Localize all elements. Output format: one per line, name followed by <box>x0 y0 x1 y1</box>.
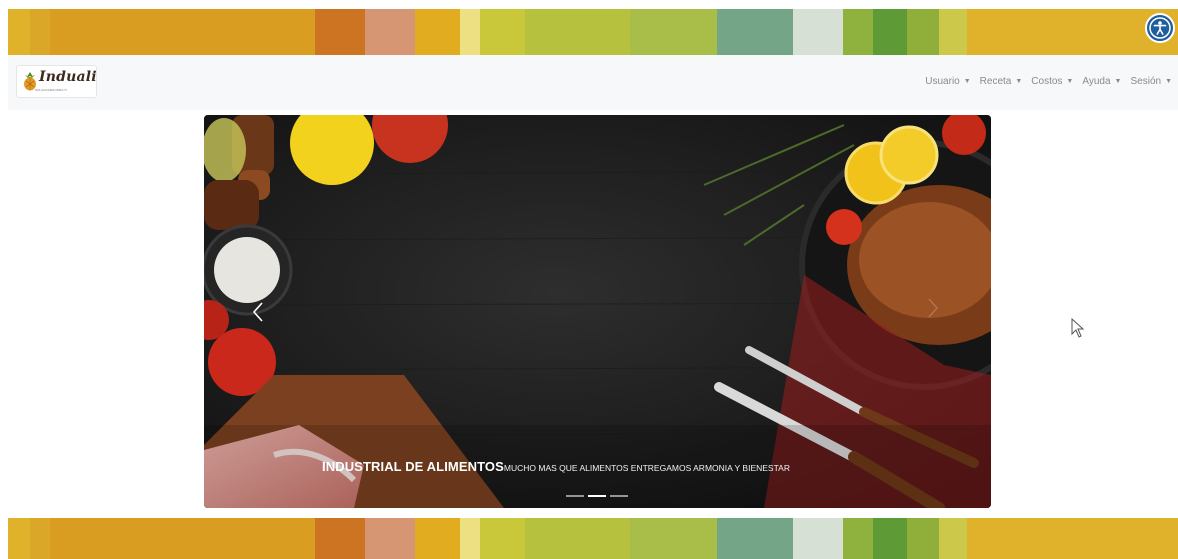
accessibility-icon <box>1149 17 1171 39</box>
brand-name: Induali <box>39 69 97 85</box>
caret-down-icon: ▼ <box>963 78 971 85</box>
hero-carousel: INDUSTRIAL DE ALIMENTOSMUCHO MAS QUE ALI… <box>204 115 991 508</box>
caption-title: INDUSTRIAL DE ALIMENTOS <box>322 459 504 474</box>
carousel-caption: INDUSTRIAL DE ALIMENTOSMUCHO MAS QUE ALI… <box>322 458 790 476</box>
nav-item-sesion[interactable]: Sesión ▼ <box>1130 76 1172 87</box>
carousel-indicator-1[interactable] <box>566 495 584 497</box>
chevron-right-icon <box>928 298 939 318</box>
banner-segment <box>843 518 873 559</box>
accessibility-button[interactable] <box>1145 13 1175 43</box>
bottom-color-banner <box>8 518 1178 559</box>
banner-segment <box>50 9 315 55</box>
banner-segment <box>967 518 1178 559</box>
nav-item-costos[interactable]: Costos ▼ <box>1031 76 1073 87</box>
banner-segment <box>460 518 480 559</box>
banner-segment <box>315 518 365 559</box>
banner-segment <box>415 9 460 55</box>
banner-segment <box>843 9 873 55</box>
banner-segment <box>8 518 30 559</box>
banner-segment <box>793 9 843 55</box>
banner-segment <box>630 518 717 559</box>
caret-down-icon: ▼ <box>1015 78 1023 85</box>
banner-segment <box>365 518 415 559</box>
mouse-pointer-icon <box>1071 318 1085 338</box>
caption-text: MUCHO MAS QUE ALIMENTOS ENTREGAMOS ARMON… <box>503 463 790 473</box>
nav-label: Sesión <box>1130 76 1162 87</box>
banner-segment <box>460 9 480 55</box>
nav-label: Usuario <box>925 76 960 87</box>
banner-segment <box>907 518 939 559</box>
nav-label: Costos <box>1031 76 1063 87</box>
caret-down-icon: ▼ <box>1114 78 1122 85</box>
nav-item-usuario[interactable]: Usuario ▼ <box>925 76 970 87</box>
banner-segment <box>630 9 717 55</box>
banner-segment <box>415 518 460 559</box>
caret-down-icon: ▼ <box>1165 78 1172 85</box>
banner-segment <box>315 9 365 55</box>
carousel-indicators <box>566 495 628 497</box>
banner-segment <box>939 9 967 55</box>
banner-segment <box>480 518 525 559</box>
carousel-indicator-2[interactable] <box>588 495 606 497</box>
brand-logo[interactable]: Induali SOLUCIONES PARA TI <box>16 65 97 98</box>
banner-segment <box>907 9 939 55</box>
banner-segment <box>480 9 525 55</box>
chevron-left-icon <box>252 302 263 322</box>
banner-segment <box>50 518 315 559</box>
banner-segment <box>793 518 843 559</box>
banner-segment <box>30 9 50 55</box>
banner-segment <box>873 9 907 55</box>
banner-segment <box>717 9 793 55</box>
main-menu: Usuario ▼ Receta ▼ Costos ▼ Ayuda ▼ Sesi… <box>925 76 1172 87</box>
brand-tagline: SOLUCIONES PARA TI <box>35 88 67 92</box>
navbar: Induali SOLUCIONES PARA TI Usuario ▼ Rec… <box>8 55 1178 110</box>
banner-segment <box>8 9 30 55</box>
banner-segment <box>873 518 907 559</box>
carousel-indicator-3[interactable] <box>610 495 628 497</box>
nav-item-receta[interactable]: Receta ▼ <box>980 76 1023 87</box>
nav-item-ayuda[interactable]: Ayuda ▼ <box>1082 76 1121 87</box>
caret-down-icon: ▼ <box>1066 78 1074 85</box>
banner-segment <box>525 518 630 559</box>
banner-segment <box>30 518 50 559</box>
nav-label: Receta <box>979 76 1012 87</box>
banner-segment <box>525 9 630 55</box>
nav-label: Ayuda <box>1082 76 1111 87</box>
top-color-banner <box>8 9 1178 55</box>
carousel-next-button[interactable] <box>927 297 947 327</box>
banner-segment <box>939 518 967 559</box>
banner-segment <box>365 9 415 55</box>
carousel-prev-button[interactable] <box>248 297 268 327</box>
banner-segment <box>717 518 793 559</box>
food-table-image <box>204 115 991 508</box>
